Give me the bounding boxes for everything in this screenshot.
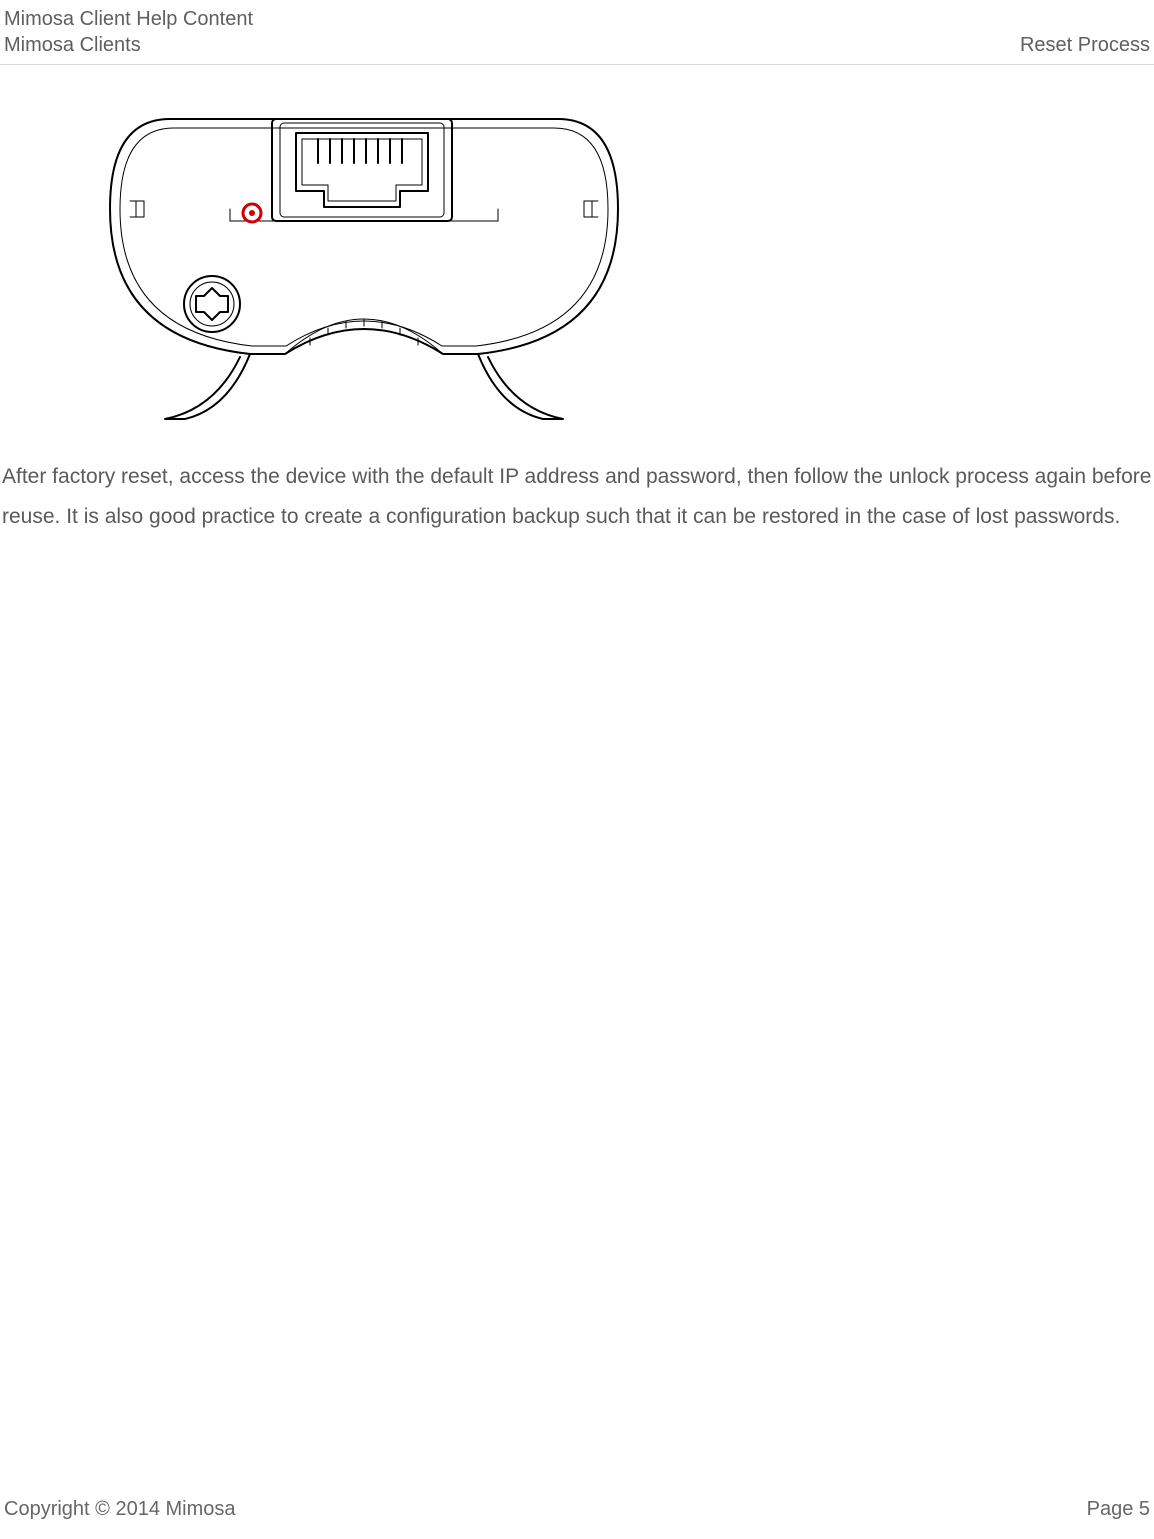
body-paragraph: After factory reset, access the device w…	[0, 457, 1154, 537]
footer-copyright: Copyright © 2014 Mimosa	[4, 1498, 236, 1521]
page-footer: Copyright © 2014 Mimosa Page 5	[0, 1498, 1154, 1521]
footer-page-label: Page 5	[1087, 1498, 1150, 1521]
header-title-line2: Mimosa Clients	[4, 32, 141, 58]
header-title-line1: Mimosa Client Help Content	[4, 6, 253, 32]
page-header: Mimosa Client Help Content Mimosa Client…	[0, 0, 1154, 65]
device-diagram	[100, 109, 628, 429]
header-right-label: Reset Process	[1020, 32, 1150, 58]
